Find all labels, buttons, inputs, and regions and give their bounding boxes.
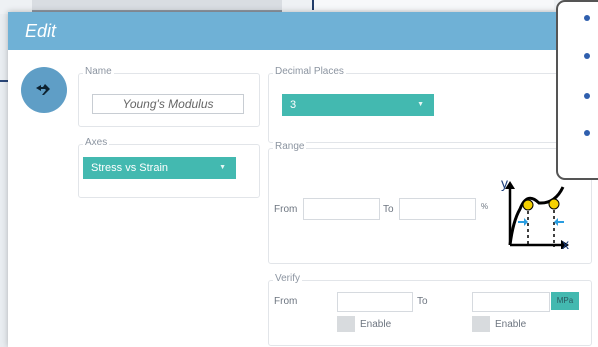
dialog-title: Edit (25, 21, 57, 41)
name-legend: Name (83, 66, 114, 77)
chevron-down-icon: ▼ (219, 164, 226, 171)
bullet-icon (584, 15, 590, 21)
decimal-places-legend: Decimal Places (273, 66, 346, 77)
chevron-down-icon: ▼ (417, 101, 424, 108)
range-from-label: From (274, 204, 298, 215)
axes-legend: Axes (83, 137, 110, 148)
verify-unit-badge: MPa (551, 292, 579, 310)
verify-to-label: To (417, 296, 428, 307)
range-to-label: To (383, 204, 394, 215)
bullet-icon (584, 130, 590, 136)
axes-select[interactable]: Stress vs Strain ▼ (83, 157, 236, 179)
graph-y-label: y (501, 175, 508, 191)
tool-icon (36, 84, 50, 95)
verify-fieldset: Verify From To MPa Enable Enable (268, 273, 592, 346)
verify-to-input[interactable] (472, 292, 550, 312)
decimal-places-value: 3 (290, 99, 297, 111)
name-fieldset: Name Young's Modulus (78, 66, 260, 127)
range-from-input[interactable] (303, 198, 380, 220)
decimal-places-select[interactable]: 3 ▼ (282, 94, 434, 116)
background-panel (312, 0, 554, 10)
graph-x-label: x (562, 236, 569, 252)
axes-fieldset: Axes Stress vs Strain ▼ (78, 137, 260, 198)
enable-checkbox[interactable] (472, 316, 490, 332)
decimal-places-fieldset: Decimal Places 3 ▼ (268, 66, 570, 143)
range-unit-label: % (481, 202, 489, 211)
background-panel (32, 0, 282, 12)
enable-label: Enable (360, 319, 392, 330)
verify-from-input[interactable] (337, 292, 413, 312)
range-legend: Range (273, 141, 307, 152)
graph-point-to (548, 198, 560, 210)
bullet-icon (584, 93, 590, 99)
avatar (21, 67, 67, 113)
graph-point-from (522, 199, 534, 211)
enable-checkbox[interactable] (337, 316, 355, 332)
graph-arrow-left-icon (518, 218, 528, 226)
enable-label: Enable (495, 319, 527, 330)
graph-arrow-right-icon (554, 218, 564, 226)
bullet-icon (584, 53, 590, 59)
edit-dialog: Edit Name Young's Modulus Decimal Places… (8, 12, 598, 347)
dialog-titlebar: Edit (8, 12, 598, 50)
help-tooltip (556, 0, 598, 180)
range-fieldset: Range From To % y x (268, 141, 592, 264)
graph-curve (508, 186, 565, 246)
range-to-input[interactable] (399, 198, 476, 220)
name-field[interactable]: Young's Modulus (92, 94, 244, 114)
axes-value: Stress vs Strain (91, 162, 169, 174)
verify-legend: Verify (273, 273, 303, 284)
verify-from-label: From (274, 296, 298, 307)
